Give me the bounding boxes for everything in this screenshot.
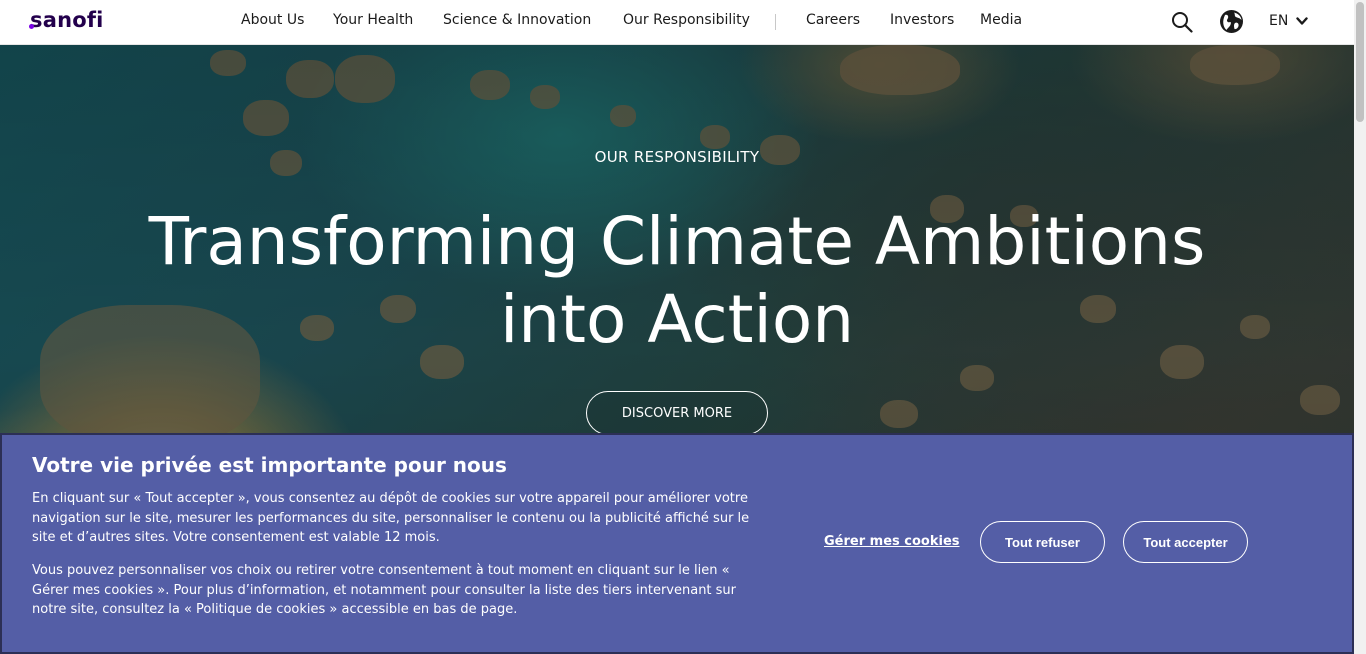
hero-title-line2: into Action [499, 281, 855, 358]
manage-cookies-link[interactable]: Gérer mes cookies [824, 534, 960, 549]
hero-title: Transforming Climate Ambitions into Acti… [0, 203, 1354, 359]
nav-media[interactable]: Media [980, 12, 1022, 28]
globe-icon[interactable] [1219, 9, 1244, 38]
nav-divider [775, 14, 776, 30]
logo-text: sanofi [30, 8, 104, 32]
hero-title-line1: Transforming Climate Ambitions [148, 203, 1206, 280]
nav-careers[interactable]: Careers [806, 12, 860, 28]
cookie-consent-banner: Votre vie privée est importante pour nou… [0, 433, 1354, 654]
scrollbar-thumb[interactable] [1356, 2, 1364, 122]
site-header: sanofi About Us Your Health Science & In… [0, 0, 1354, 45]
language-label: EN [1269, 13, 1289, 29]
refuse-all-button[interactable]: Tout refuser [980, 521, 1105, 563]
cookie-banner-title: Votre vie privée est importante pour nou… [32, 453, 507, 477]
search-icon[interactable] [1171, 11, 1193, 37]
language-selector[interactable]: EN [1269, 13, 1309, 29]
cookie-banner-paragraph-1: En cliquant sur « Tout accepter », vous … [32, 491, 750, 546]
logo-dot [29, 24, 34, 29]
page-scrollbar[interactable] [1354, 0, 1366, 654]
chevron-down-icon [1296, 16, 1309, 25]
nav-our-responsibility[interactable]: Our Responsibility [623, 12, 750, 28]
nav-your-health[interactable]: Your Health [333, 12, 413, 28]
accept-all-button[interactable]: Tout accepter [1123, 521, 1248, 563]
sanofi-logo[interactable]: sanofi [29, 8, 104, 32]
nav-science-innovation[interactable]: Science & Innovation [443, 12, 591, 28]
discover-more-button[interactable]: DISCOVER MORE [586, 391, 768, 435]
nav-investors[interactable]: Investors [890, 12, 954, 28]
cookie-banner-paragraph-2: Vous pouvez personnaliser vos choix ou r… [32, 563, 737, 618]
nav-about-us[interactable]: About Us [241, 12, 304, 28]
hero-eyebrow: OUR RESPONSIBILITY [594, 148, 760, 166]
